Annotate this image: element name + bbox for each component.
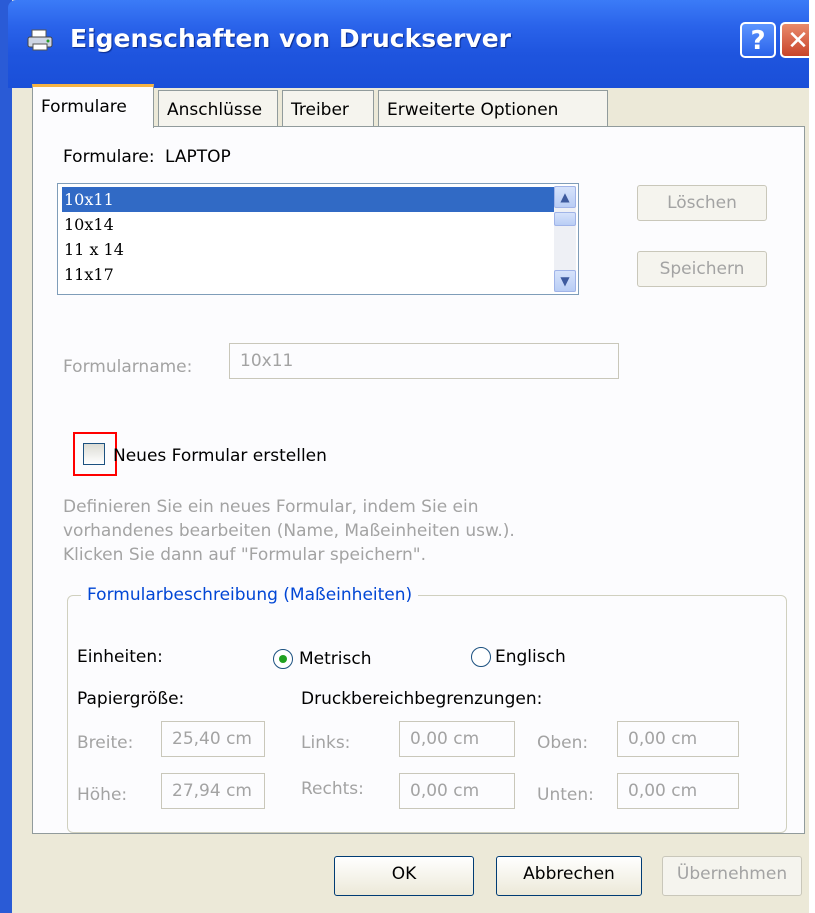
list-item[interactable]: 11 x 14 <box>62 237 560 262</box>
list-item[interactable]: 11x17 <box>62 262 560 287</box>
width-field[interactable]: 25,40 cm <box>161 721 265 757</box>
forms-header-label: Formulare: <box>63 147 155 167</box>
forms-listbox[interactable]: 10x11 10x14 11 x 14 11x17 ▲ ▼ <box>57 183 579 295</box>
english-label[interactable]: Englisch <box>495 647 566 667</box>
cancel-button[interactable]: Abbrechen <box>496 856 642 896</box>
print-area-label: Druckbereichbegrenzungen: <box>301 689 543 709</box>
list-item[interactable]: 10x11 <box>62 187 560 212</box>
right-margin-field[interactable]: 0,00 cm <box>399 773 515 809</box>
english-radio[interactable] <box>471 647 491 667</box>
tab-erweiterte-optionen[interactable]: Erweiterte Optionen <box>378 90 608 126</box>
delete-button[interactable]: Löschen <box>637 185 767 221</box>
highlight-box <box>73 432 117 476</box>
save-form-button[interactable]: Speichern <box>637 251 767 287</box>
width-label: Breite: <box>77 733 134 753</box>
left-margin-field[interactable]: 0,00 cm <box>399 721 515 757</box>
left-label: Links: <box>301 733 351 753</box>
help-text-line: vorhandenes bearbeiten (Name, Maßeinheit… <box>63 521 515 541</box>
list-item[interactable]: 10x14 <box>62 212 560 237</box>
ok-button[interactable]: OK <box>334 856 474 896</box>
scroll-down-icon[interactable]: ▼ <box>554 270 576 292</box>
background-edge <box>0 0 12 913</box>
right-label: Rechts: <box>301 779 364 799</box>
scroll-thumb[interactable] <box>554 212 576 226</box>
form-description-title: Formularbeschreibung (Maßeinheiten) <box>81 585 419 605</box>
tab-treiber[interactable]: Treiber <box>282 90 374 126</box>
top-margin-field[interactable]: 0,00 cm <box>617 721 739 757</box>
top-label: Oben: <box>537 733 589 753</box>
title-bar[interactable]: Eigenschaften von Druckserver ? ✕ <box>8 0 815 88</box>
apply-button[interactable]: Übernehmen <box>662 856 802 896</box>
radio-selected-dot <box>279 655 287 663</box>
printer-icon <box>27 29 53 51</box>
paper-size-label: Papiergröße: <box>77 689 185 709</box>
metric-label[interactable]: Metrisch <box>299 649 371 669</box>
units-label: Einheiten: <box>77 647 163 667</box>
dialog-client-area: Formulare Anschlüsse Treiber Erweiterte … <box>14 84 811 913</box>
scroll-up-icon[interactable]: ▲ <box>554 186 576 208</box>
bottom-label: Unten: <box>537 785 594 805</box>
height-label: Höhe: <box>77 785 128 805</box>
tab-anschluesse[interactable]: Anschlüsse <box>158 90 278 126</box>
server-name: LAPTOP <box>165 147 231 167</box>
help-text-line: Definieren Sie ein neues Formular, indem… <box>63 497 479 517</box>
metric-radio[interactable] <box>273 649 293 669</box>
height-field[interactable]: 27,94 cm <box>161 773 265 809</box>
print-server-properties-dialog: Eigenschaften von Druckserver ? ✕ Formul… <box>0 0 815 913</box>
help-text-line: Klicken Sie dann auf "Formular speichern… <box>63 545 426 565</box>
create-new-form-label[interactable]: Neues Formular erstellen <box>113 446 327 466</box>
window-title: Eigenschaften von Druckserver <box>70 24 511 53</box>
help-button[interactable]: ? <box>740 22 776 58</box>
tab-formulare[interactable]: Formulare <box>32 84 154 128</box>
window-right-edge <box>809 0 815 913</box>
listbox-scrollbar[interactable]: ▲ ▼ <box>554 186 576 292</box>
bottom-margin-field[interactable]: 0,00 cm <box>617 773 739 809</box>
form-name-label: Formularname: <box>63 357 193 377</box>
forms-tab-panel: Formulare: LAPTOP 10x11 10x14 11 x 14 11… <box>32 126 805 834</box>
form-name-field[interactable]: 10x11 <box>229 343 619 379</box>
